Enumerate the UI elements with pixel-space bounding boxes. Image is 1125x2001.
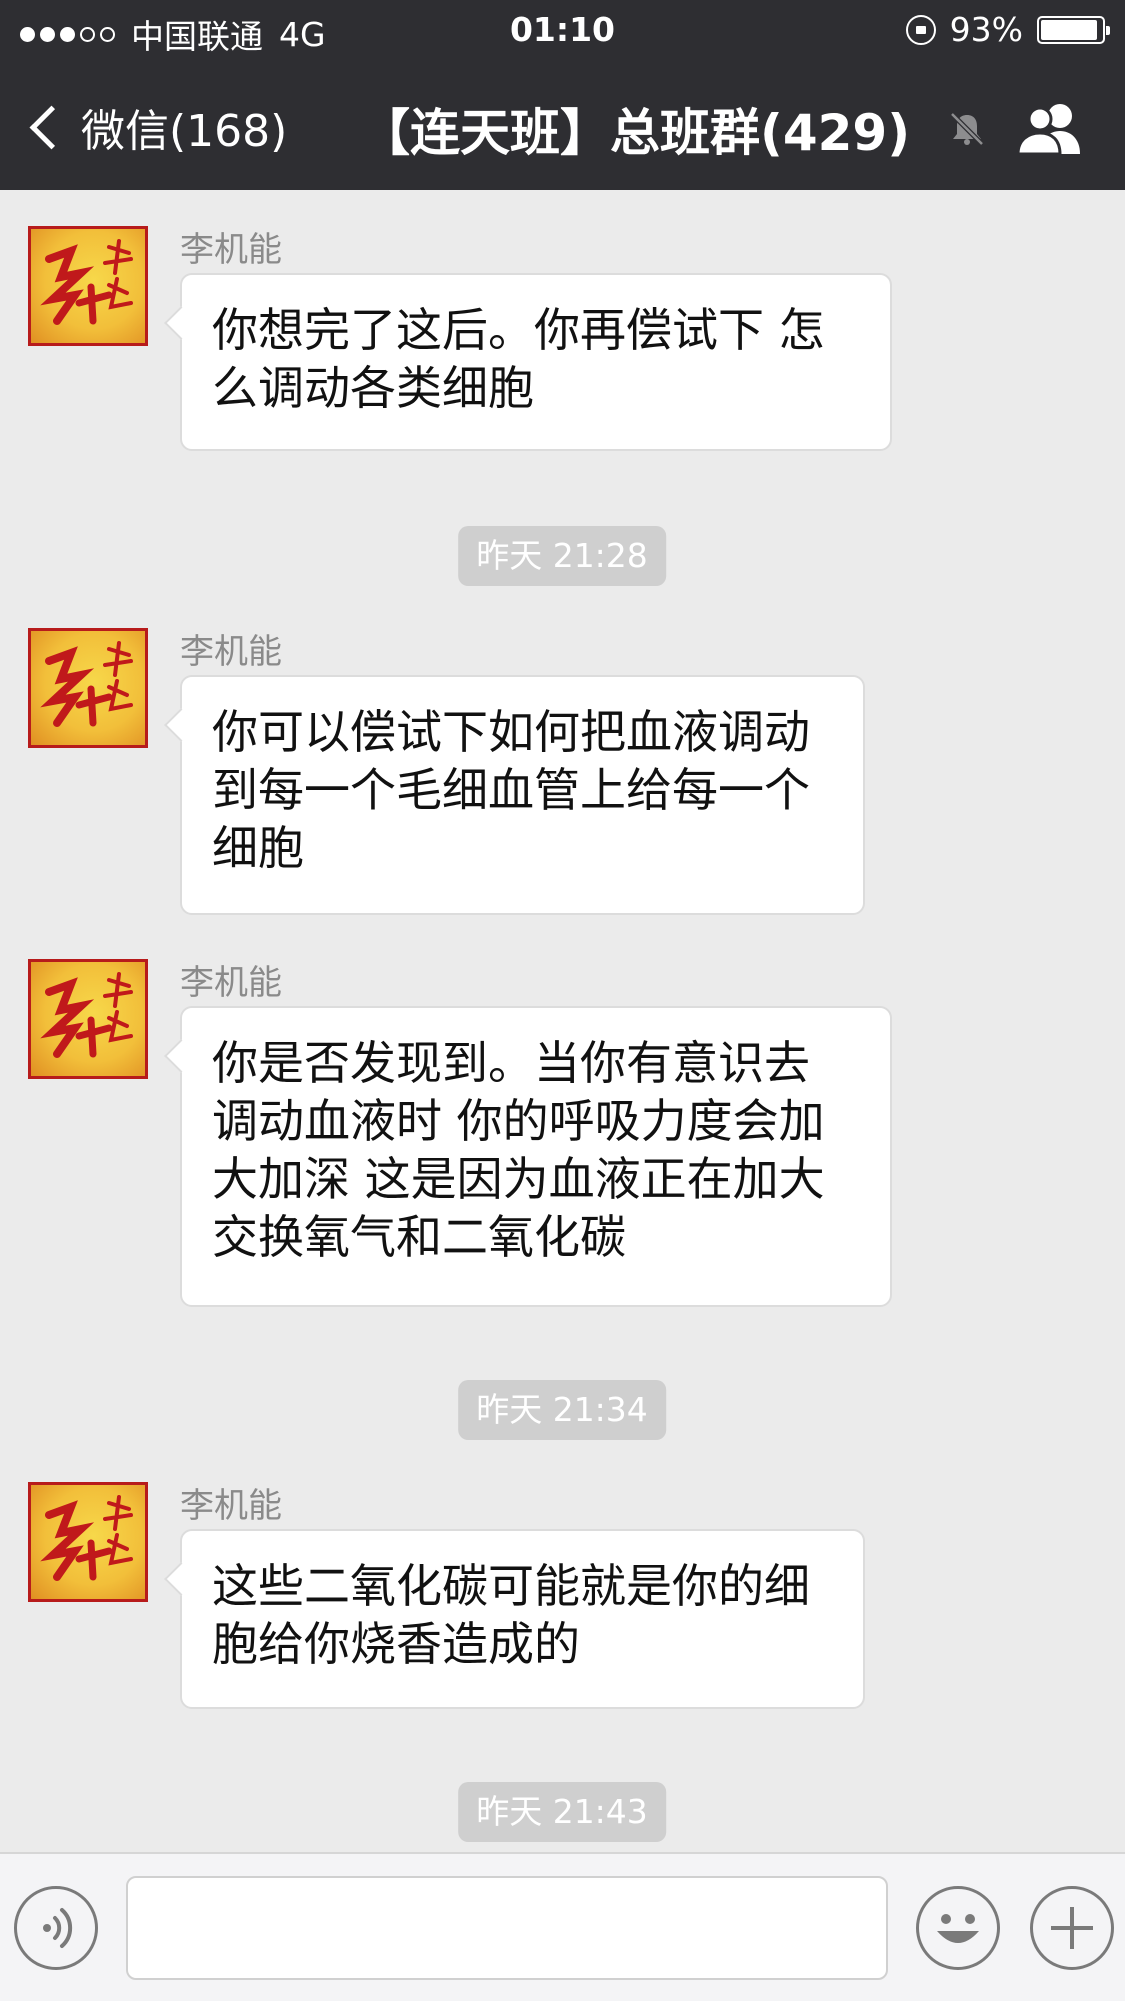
message-line: 这些二氧化碳可能就是你的细 <box>212 1559 810 1613</box>
emoji-button[interactable] <box>916 1886 1000 1970</box>
chevron-left-icon <box>29 105 74 149</box>
sender-name: 李机能 <box>180 632 282 672</box>
message-bubble[interactable]: 这些二氧化碳可能就是你的细 胞给你烧香造成的 <box>180 1529 865 1709</box>
avatar-calligraphy-icon <box>40 1495 133 1581</box>
avatar-calligraphy-icon <box>40 239 133 325</box>
battery-percent: 93% <box>949 10 1023 49</box>
message-line: 大加深 这是因为血液正在加大 <box>212 1152 825 1206</box>
chat-area[interactable]: 李机能 你想完了这后。你再偿试下 怎 么调动各类细胞 昨天 21:28 李机能 … <box>0 190 1125 1852</box>
back-button[interactable]: 微信(168) <box>26 95 287 159</box>
sender-name: 李机能 <box>180 1486 282 1526</box>
avatar[interactable] <box>28 226 148 346</box>
avatar[interactable] <box>28 628 148 748</box>
message-line: 细胞 <box>212 821 304 875</box>
battery-icon <box>1037 15 1110 44</box>
more-options-button[interactable] <box>1030 1886 1114 1970</box>
group-members-icon[interactable] <box>1014 100 1086 156</box>
nav-bar: 微信(168) 【连天班】总班群(429) <box>0 60 1125 190</box>
status-right: 93% <box>905 10 1110 49</box>
message-line: 到每一个毛细血管上给每一个 <box>212 763 810 817</box>
message-line: 么调动各类细胞 <box>212 361 534 415</box>
chat-title: 【连天班】总班群(429) <box>360 104 911 162</box>
status-bar: 中国联通 4G 01:10 93% <box>0 0 1125 60</box>
message-line: 交换氧气和二氧化碳 <box>212 1210 626 1264</box>
rotation-lock-icon <box>905 14 936 45</box>
message-input[interactable] <box>126 1876 888 1980</box>
voice-icon <box>43 1908 73 1948</box>
message-bubble[interactable]: 你可以偿试下如何把血液调动 到每一个毛细血管上给每一个 细胞 <box>180 675 865 915</box>
avatar-calligraphy-icon <box>40 641 133 727</box>
back-label: 微信(168) <box>81 106 288 157</box>
timestamp: 昨天 21:28 <box>458 526 666 586</box>
smiley-face-icon <box>937 1914 979 1943</box>
plus-icon <box>1051 1907 1093 1949</box>
sender-name: 李机能 <box>180 230 282 270</box>
avatar-calligraphy-icon <box>40 972 133 1058</box>
message-bubble[interactable]: 你是否发现到。当你有意识去 调动血液时 你的呼吸力度会加 大加深 这是因为血液正… <box>180 1006 892 1307</box>
voice-input-button[interactable] <box>14 1886 98 1970</box>
message-line: 你想完了这后。你再偿试下 怎 <box>212 303 825 357</box>
mute-bell-icon <box>950 112 984 146</box>
timestamp: 昨天 21:43 <box>458 1782 666 1842</box>
message-line: 你可以偿试下如何把血液调动 <box>212 705 810 759</box>
sender-name: 李机能 <box>180 963 282 1003</box>
message-line: 胞给你烧香造成的 <box>212 1617 580 1671</box>
input-bar <box>0 1852 1125 2001</box>
message-line: 调动血液时 你的呼吸力度会加 <box>212 1094 825 1148</box>
avatar[interactable] <box>28 1482 148 1602</box>
avatar[interactable] <box>28 959 148 1079</box>
message-line: 你是否发现到。当你有意识去 <box>212 1036 810 1090</box>
message-bubble[interactable]: 你想完了这后。你再偿试下 怎 么调动各类细胞 <box>180 273 892 451</box>
timestamp: 昨天 21:34 <box>458 1380 666 1440</box>
